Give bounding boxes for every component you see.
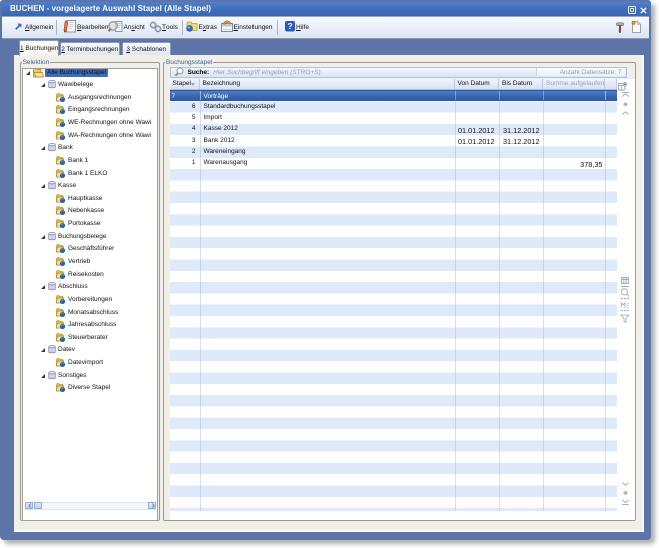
svg-text:?: ? <box>287 21 292 31</box>
